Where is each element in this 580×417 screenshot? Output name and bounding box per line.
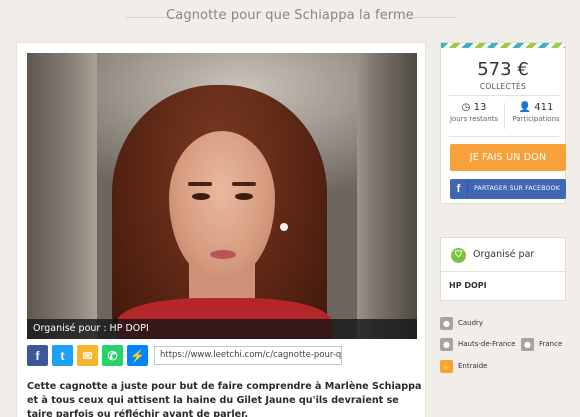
stats-divider-bottom <box>449 136 559 137</box>
whatsapp-share-icon[interactable]: ✆ <box>102 345 123 366</box>
portrait-earring <box>280 223 288 231</box>
days-remaining-value: 13 <box>473 102 487 113</box>
portrait-eye-left <box>192 193 210 200</box>
stats-divider <box>449 95 559 96</box>
participants-stat: 👤 411 Participations <box>505 102 567 123</box>
curtain-right <box>357 53 417 339</box>
donate-button[interactable]: JE FAIS UN DON <box>450 144 566 171</box>
tag-category-label: Entraide <box>458 362 488 370</box>
portrait-brow-right <box>232 182 256 186</box>
tag-region-label: Hauts-de-France <box>458 340 516 348</box>
facebook-share-label: PARTAGER SUR FACEBOOK <box>474 185 561 192</box>
page-header: Cagnotte pour que Schiappa la ferme <box>0 0 580 34</box>
tag-city-label: Caudry <box>458 319 484 327</box>
email-share-icon[interactable]: ✉ <box>77 345 98 366</box>
stats-card-stripe <box>441 43 565 48</box>
share-url-field[interactable]: https://www.leetchi.com/c/cagnotte-pour-… <box>154 346 342 365</box>
tag-country-label: France <box>539 340 563 348</box>
video-organizer-caption: Organisé pour : HP DOPI <box>27 319 417 339</box>
amount-label: COLLECTÉS <box>479 82 527 91</box>
share-buttons: f t ✉ ✆ ⚡ <box>27 345 148 367</box>
organizer-name[interactable]: HP DOPI <box>449 281 487 290</box>
tag-category[interactable]: ✋ Entraide <box>440 359 487 373</box>
organizer-card: ⛉ Organisé par HP DOPI <box>440 237 566 301</box>
facebook-share-button[interactable]: f PARTAGER SUR FACEBOOK <box>450 179 566 199</box>
tag-city[interactable]: ● Caudry <box>440 316 483 330</box>
twitter-share-icon[interactable]: t <box>52 345 73 366</box>
tag-country[interactable]: ● France <box>521 337 562 351</box>
clock-icon: ◷ <box>461 102 471 113</box>
category-icon: ✋ <box>440 359 453 373</box>
campaign-video[interactable]: Organisé pour : HP DOPI <box>27 53 417 339</box>
title-divider-right <box>405 17 455 18</box>
portrait-eye-right <box>235 193 253 200</box>
participants-label: Participations <box>512 115 560 123</box>
campaign-card: Organisé pour : HP DOPI f t ✉ ✆ ⚡ https:… <box>16 42 426 417</box>
facebook-share-icon[interactable]: f <box>27 345 48 366</box>
facebook-icon: f <box>450 179 468 199</box>
messenger-share-icon[interactable]: ⚡ <box>127 345 148 366</box>
days-remaining-stat: ◷ 13 Jours restants <box>443 102 505 123</box>
organizer-label: Organisé par <box>473 249 535 260</box>
curtain-left <box>27 53 97 339</box>
organizer-badge-icon: ⛉ <box>451 248 466 263</box>
location-pin-icon: ● <box>440 316 453 330</box>
participants-value: 411 <box>534 102 554 113</box>
organizer-divider <box>441 271 565 272</box>
location-pin-icon: ● <box>440 337 453 351</box>
amount-collected: 573 € <box>477 59 529 80</box>
page-title: Cagnotte pour que Schiappa la ferme <box>166 8 414 23</box>
days-remaining-label: Jours restants <box>449 115 499 123</box>
portrait-lips <box>210 250 236 259</box>
tag-region[interactable]: ● Hauts-de-France <box>440 337 515 351</box>
stats-card: 573 € COLLECTÉS ◷ 13 Jours restants 👤 41… <box>440 42 566 204</box>
people-icon: 👤 <box>518 102 532 113</box>
location-pin-icon: ● <box>521 337 534 351</box>
campaign-description: Cette cagnotte a juste pour but de faire… <box>27 381 422 417</box>
portrait-brow-left <box>188 182 212 186</box>
